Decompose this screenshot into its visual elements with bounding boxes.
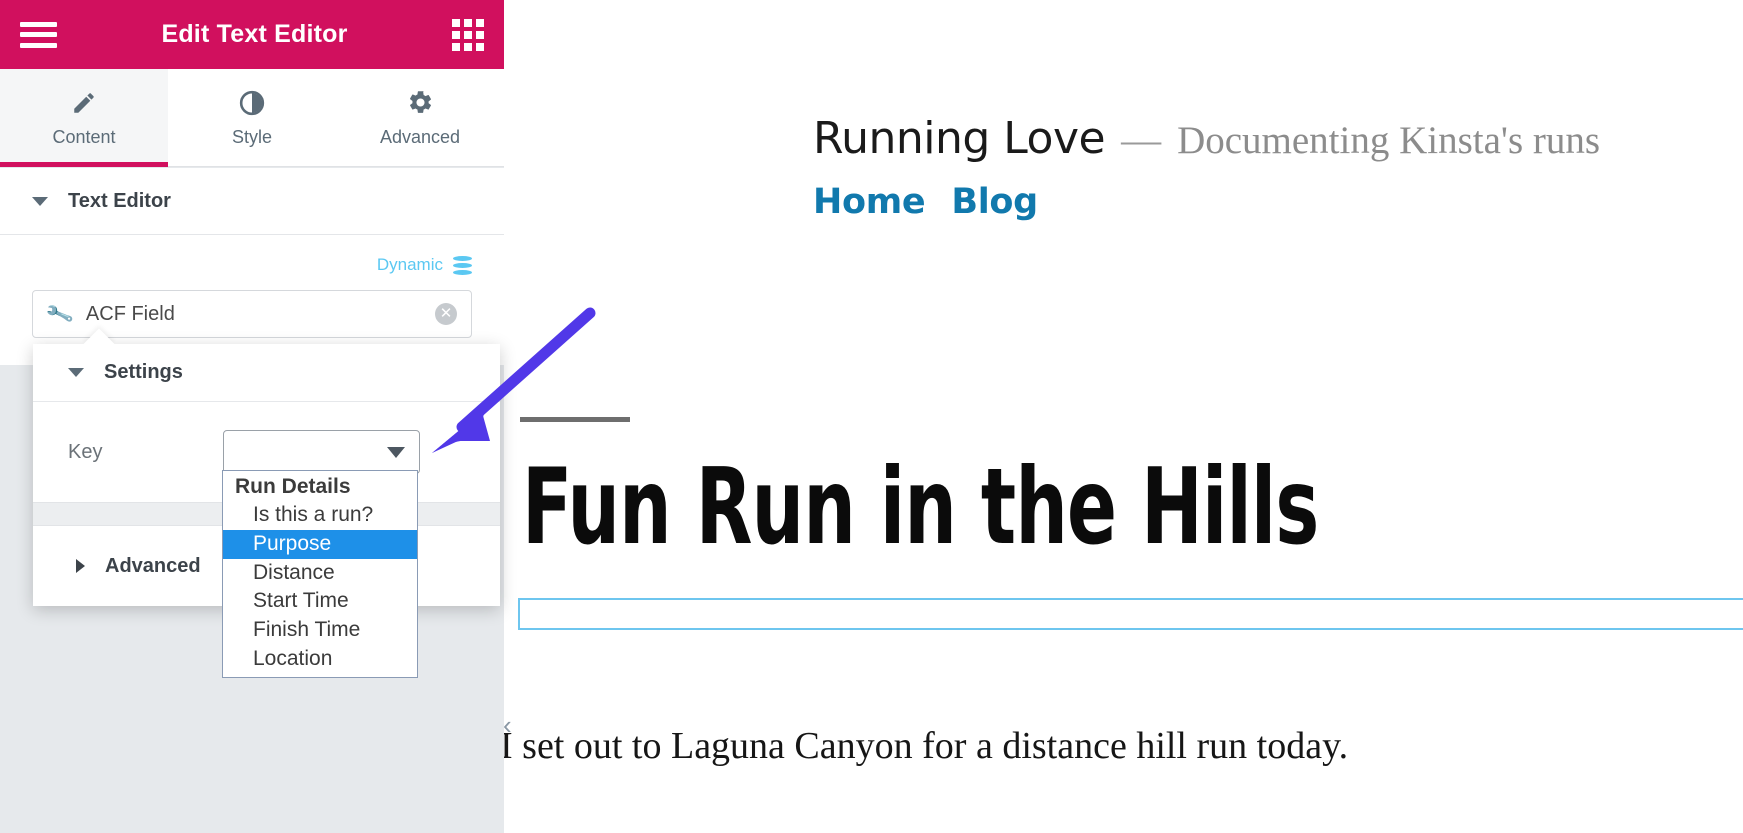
chevron-down-icon (68, 368, 84, 377)
dropdown-option[interactable]: Start Time (223, 587, 417, 616)
tab-advanced-label: Advanced (379, 126, 461, 147)
section-text-editor-label: Text Editor (68, 189, 171, 212)
chevron-down-icon (387, 446, 405, 458)
elementor-panel: Edit Text Editor Content Style Advanced … (0, 0, 504, 833)
dropdown-option[interactable]: Is this a run? (223, 501, 417, 530)
acf-field-label: ACF Field (85, 302, 175, 325)
dropdown-option[interactable]: Distance (223, 559, 417, 588)
key-label: Key (68, 440, 103, 463)
tab-style-label: Style (231, 126, 273, 147)
nav-link-blog[interactable]: Blog (951, 182, 1038, 222)
section-text-editor[interactable]: Text Editor (0, 168, 504, 235)
post-title-rule (520, 417, 630, 422)
popup-section-settings[interactable]: Settings (33, 344, 500, 402)
site-nav: Home Blog (813, 182, 1713, 222)
tab-style[interactable]: Style (168, 69, 336, 166)
site-header: Running Love — Documenting Kinsta's runs… (813, 113, 1713, 222)
screen: Running Love — Documenting Kinsta's runs… (0, 0, 1743, 833)
dropdown-option[interactable]: Location (223, 645, 417, 674)
database-stack-icon (453, 255, 472, 275)
site-title[interactable]: Running Love (813, 113, 1106, 164)
pencil-icon (71, 88, 97, 118)
key-dropdown-list[interactable]: Run Details Is this a run? Purpose Dista… (222, 470, 418, 678)
panel-title: Edit Text Editor (161, 20, 348, 48)
selected-widget-outline[interactable] (518, 598, 1743, 630)
tab-advanced[interactable]: Advanced (336, 69, 504, 166)
tab-content[interactable]: Content (0, 69, 168, 167)
chevron-right-icon (76, 559, 85, 573)
gear-icon (407, 88, 434, 118)
title-separator: — (1121, 117, 1162, 162)
hamburger-menu-icon[interactable] (20, 21, 57, 48)
post-body-text[interactable]: I set out to Laguna Canyon for a distanc… (500, 724, 1348, 768)
popup-advanced-label: Advanced (105, 554, 201, 577)
nav-link-home[interactable]: Home (813, 182, 926, 222)
dropdown-group-label: Run Details (235, 475, 351, 498)
site-title-row: Running Love — Documenting Kinsta's runs (813, 113, 1713, 164)
contrast-circle-icon (239, 88, 265, 118)
panel-header: Edit Text Editor (0, 0, 504, 69)
clear-circle-icon[interactable]: ✕ (435, 303, 457, 325)
dynamic-toggle[interactable]: Dynamic (377, 255, 472, 275)
dropdown-option[interactable]: Finish Time (223, 616, 417, 645)
dynamic-label: Dynamic (376, 255, 443, 274)
wrench-icon[interactable]: 🔧 (43, 298, 75, 330)
chevron-down-icon (32, 196, 48, 206)
site-tagline: Documenting Kinsta's runs (1177, 119, 1601, 162)
tab-content-label: Content (52, 126, 116, 147)
post-title[interactable]: Fun Run in the Hills (522, 455, 1319, 560)
grid-apps-icon[interactable] (451, 18, 484, 51)
key-select[interactable] (223, 430, 420, 474)
popup-settings-label: Settings (104, 361, 183, 383)
panel-tabs: Content Style Advanced (0, 69, 504, 167)
dropdown-option[interactable]: Purpose (223, 529, 417, 559)
